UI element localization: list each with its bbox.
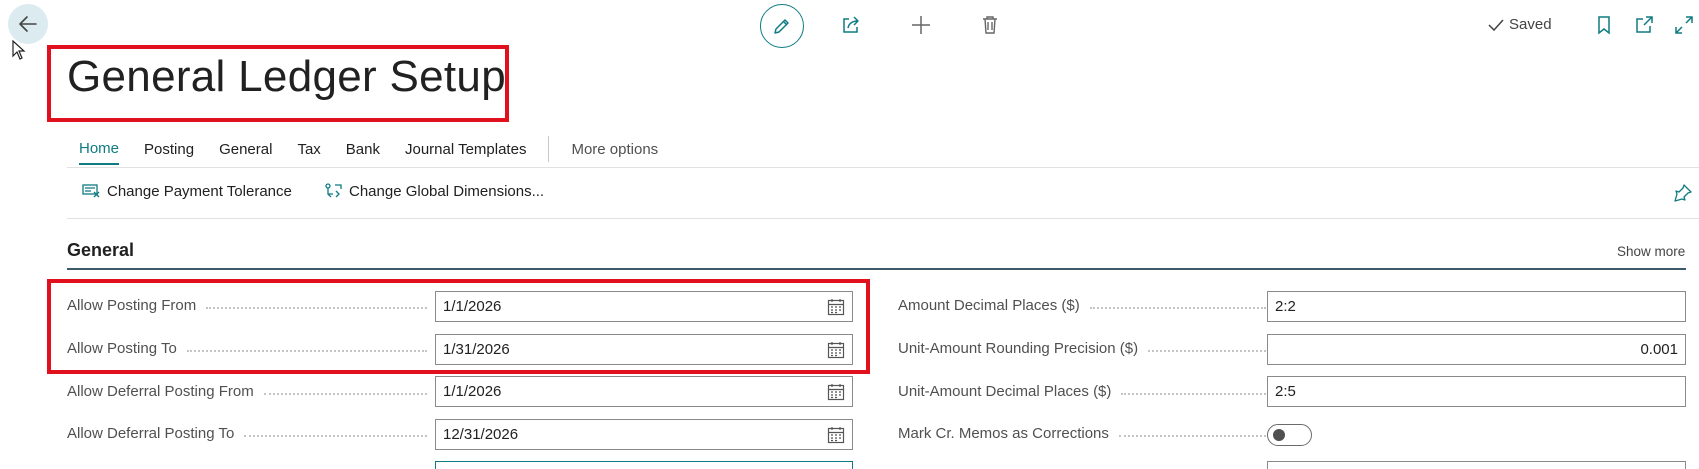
unit-amount-decimal-places-text: Unit-Amount Decimal Places ($) xyxy=(898,383,1112,400)
allow-deferral-posting-from-label: Allow Deferral Posting From xyxy=(67,383,427,400)
mouse-pointer-icon xyxy=(12,40,26,60)
tab-bank[interactable]: Bank xyxy=(346,141,380,164)
trash-icon xyxy=(983,16,997,34)
saved-label: Saved xyxy=(1509,16,1552,33)
toggle-knob xyxy=(1273,429,1285,441)
leader-dots xyxy=(244,434,427,437)
tab-journal-templates[interactable]: Journal Templates xyxy=(405,141,526,164)
allow-deferral-posting-to-value: 12/31/2026 xyxy=(443,426,519,443)
tab-separator xyxy=(548,136,550,162)
unit-amount-rounding-precision-value: 0.001 xyxy=(1640,341,1678,358)
unit-amount-decimal-places-field[interactable]: 2:5 xyxy=(1267,376,1686,407)
checkmark-icon xyxy=(1488,18,1504,31)
change-payment-tolerance-button[interactable]: Change Payment Tolerance xyxy=(81,182,292,200)
change-payment-tolerance-label: Change Payment Tolerance xyxy=(107,182,292,200)
allow-deferral-posting-to-label: Allow Deferral Posting To xyxy=(67,425,427,442)
allow-deferral-posting-to-text: Allow Deferral Posting To xyxy=(67,425,235,442)
tab-general[interactable]: General xyxy=(219,141,272,164)
calendar-icon[interactable] xyxy=(827,426,845,444)
saved-status: Saved xyxy=(1488,16,1552,33)
section-divider xyxy=(67,268,1686,270)
allow-deferral-posting-to-field[interactable]: 12/31/2026 xyxy=(435,419,853,450)
expand-icon xyxy=(1675,16,1693,34)
action-tabs: Home Posting General Tax Bank Journal Te… xyxy=(79,136,683,168)
change-global-dimensions-label: Change Global Dimensions... xyxy=(349,182,545,200)
dimensions-icon xyxy=(325,183,342,198)
tab-home[interactable]: Home xyxy=(79,140,120,165)
payment-tolerance-icon xyxy=(82,184,100,198)
unit-amount-decimal-places-value: 2:5 xyxy=(1275,383,1296,400)
amount-decimal-places-value: 2:2 xyxy=(1275,298,1296,315)
arrow-left-icon xyxy=(19,16,37,32)
back-button[interactable] xyxy=(8,4,48,44)
calendar-icon[interactable] xyxy=(827,383,845,401)
share-button[interactable] xyxy=(839,13,863,37)
leader-dots xyxy=(1118,434,1266,437)
fields-highlight-box xyxy=(47,279,870,374)
open-in-new-window-icon xyxy=(1636,16,1653,33)
edit-button[interactable] xyxy=(760,4,804,48)
bookmark-icon xyxy=(1598,16,1610,35)
share-icon xyxy=(843,16,859,33)
amount-decimal-places-field[interactable]: 2:2 xyxy=(1267,291,1686,322)
next-right-field-partial[interactable] xyxy=(1267,461,1686,469)
allow-deferral-posting-from-text: Allow Deferral Posting From xyxy=(67,383,254,400)
actions-divider xyxy=(67,218,1699,219)
expand-button[interactable] xyxy=(1672,13,1696,37)
leader-dots xyxy=(1089,306,1266,309)
pin-actions-button[interactable] xyxy=(1673,183,1693,208)
tab-posting[interactable]: Posting xyxy=(144,141,194,164)
section-title-general[interactable]: General xyxy=(67,240,134,261)
unit-amount-decimal-places-label: Unit-Amount Decimal Places ($) xyxy=(898,383,1266,400)
leader-dots xyxy=(1121,392,1266,395)
mark-cr-memos-as-corrections-text: Mark Cr. Memos as Corrections xyxy=(898,425,1109,442)
unit-amount-rounding-precision-field[interactable]: 0.001 xyxy=(1267,334,1686,365)
delete-button[interactable] xyxy=(978,13,1002,37)
amount-decimal-places-text: Amount Decimal Places ($) xyxy=(898,297,1080,314)
mark-cr-memos-as-corrections-label: Mark Cr. Memos as Corrections xyxy=(898,425,1266,442)
leader-dots xyxy=(263,392,427,395)
tab-more-options[interactable]: More options xyxy=(571,141,658,164)
mark-cr-memos-as-corrections-toggle[interactable] xyxy=(1267,424,1312,446)
bookmark-button[interactable] xyxy=(1592,13,1616,37)
leader-dots xyxy=(1148,349,1266,352)
allow-deferral-posting-from-field[interactable]: 1/1/2026 xyxy=(435,376,853,407)
change-global-dimensions-button[interactable]: Change Global Dimensions... xyxy=(323,182,544,200)
tabs-divider xyxy=(67,167,1699,168)
new-button[interactable] xyxy=(909,13,933,37)
title-highlight-box xyxy=(47,45,509,122)
show-more-link[interactable]: Show more xyxy=(1617,244,1685,259)
unit-amount-rounding-precision-text: Unit-Amount Rounding Precision ($) xyxy=(898,340,1139,357)
pin-icon xyxy=(1674,184,1692,202)
tab-tax[interactable]: Tax xyxy=(297,141,320,164)
pencil-icon xyxy=(774,19,789,34)
amount-decimal-places-label: Amount Decimal Places ($) xyxy=(898,297,1266,314)
open-new-window-button[interactable] xyxy=(1632,13,1656,37)
next-field-partial[interactable] xyxy=(435,461,853,469)
plus-icon xyxy=(912,16,930,34)
unit-amount-rounding-precision-label: Unit-Amount Rounding Precision ($) xyxy=(898,340,1266,357)
allow-deferral-posting-from-value: 1/1/2026 xyxy=(443,383,502,400)
